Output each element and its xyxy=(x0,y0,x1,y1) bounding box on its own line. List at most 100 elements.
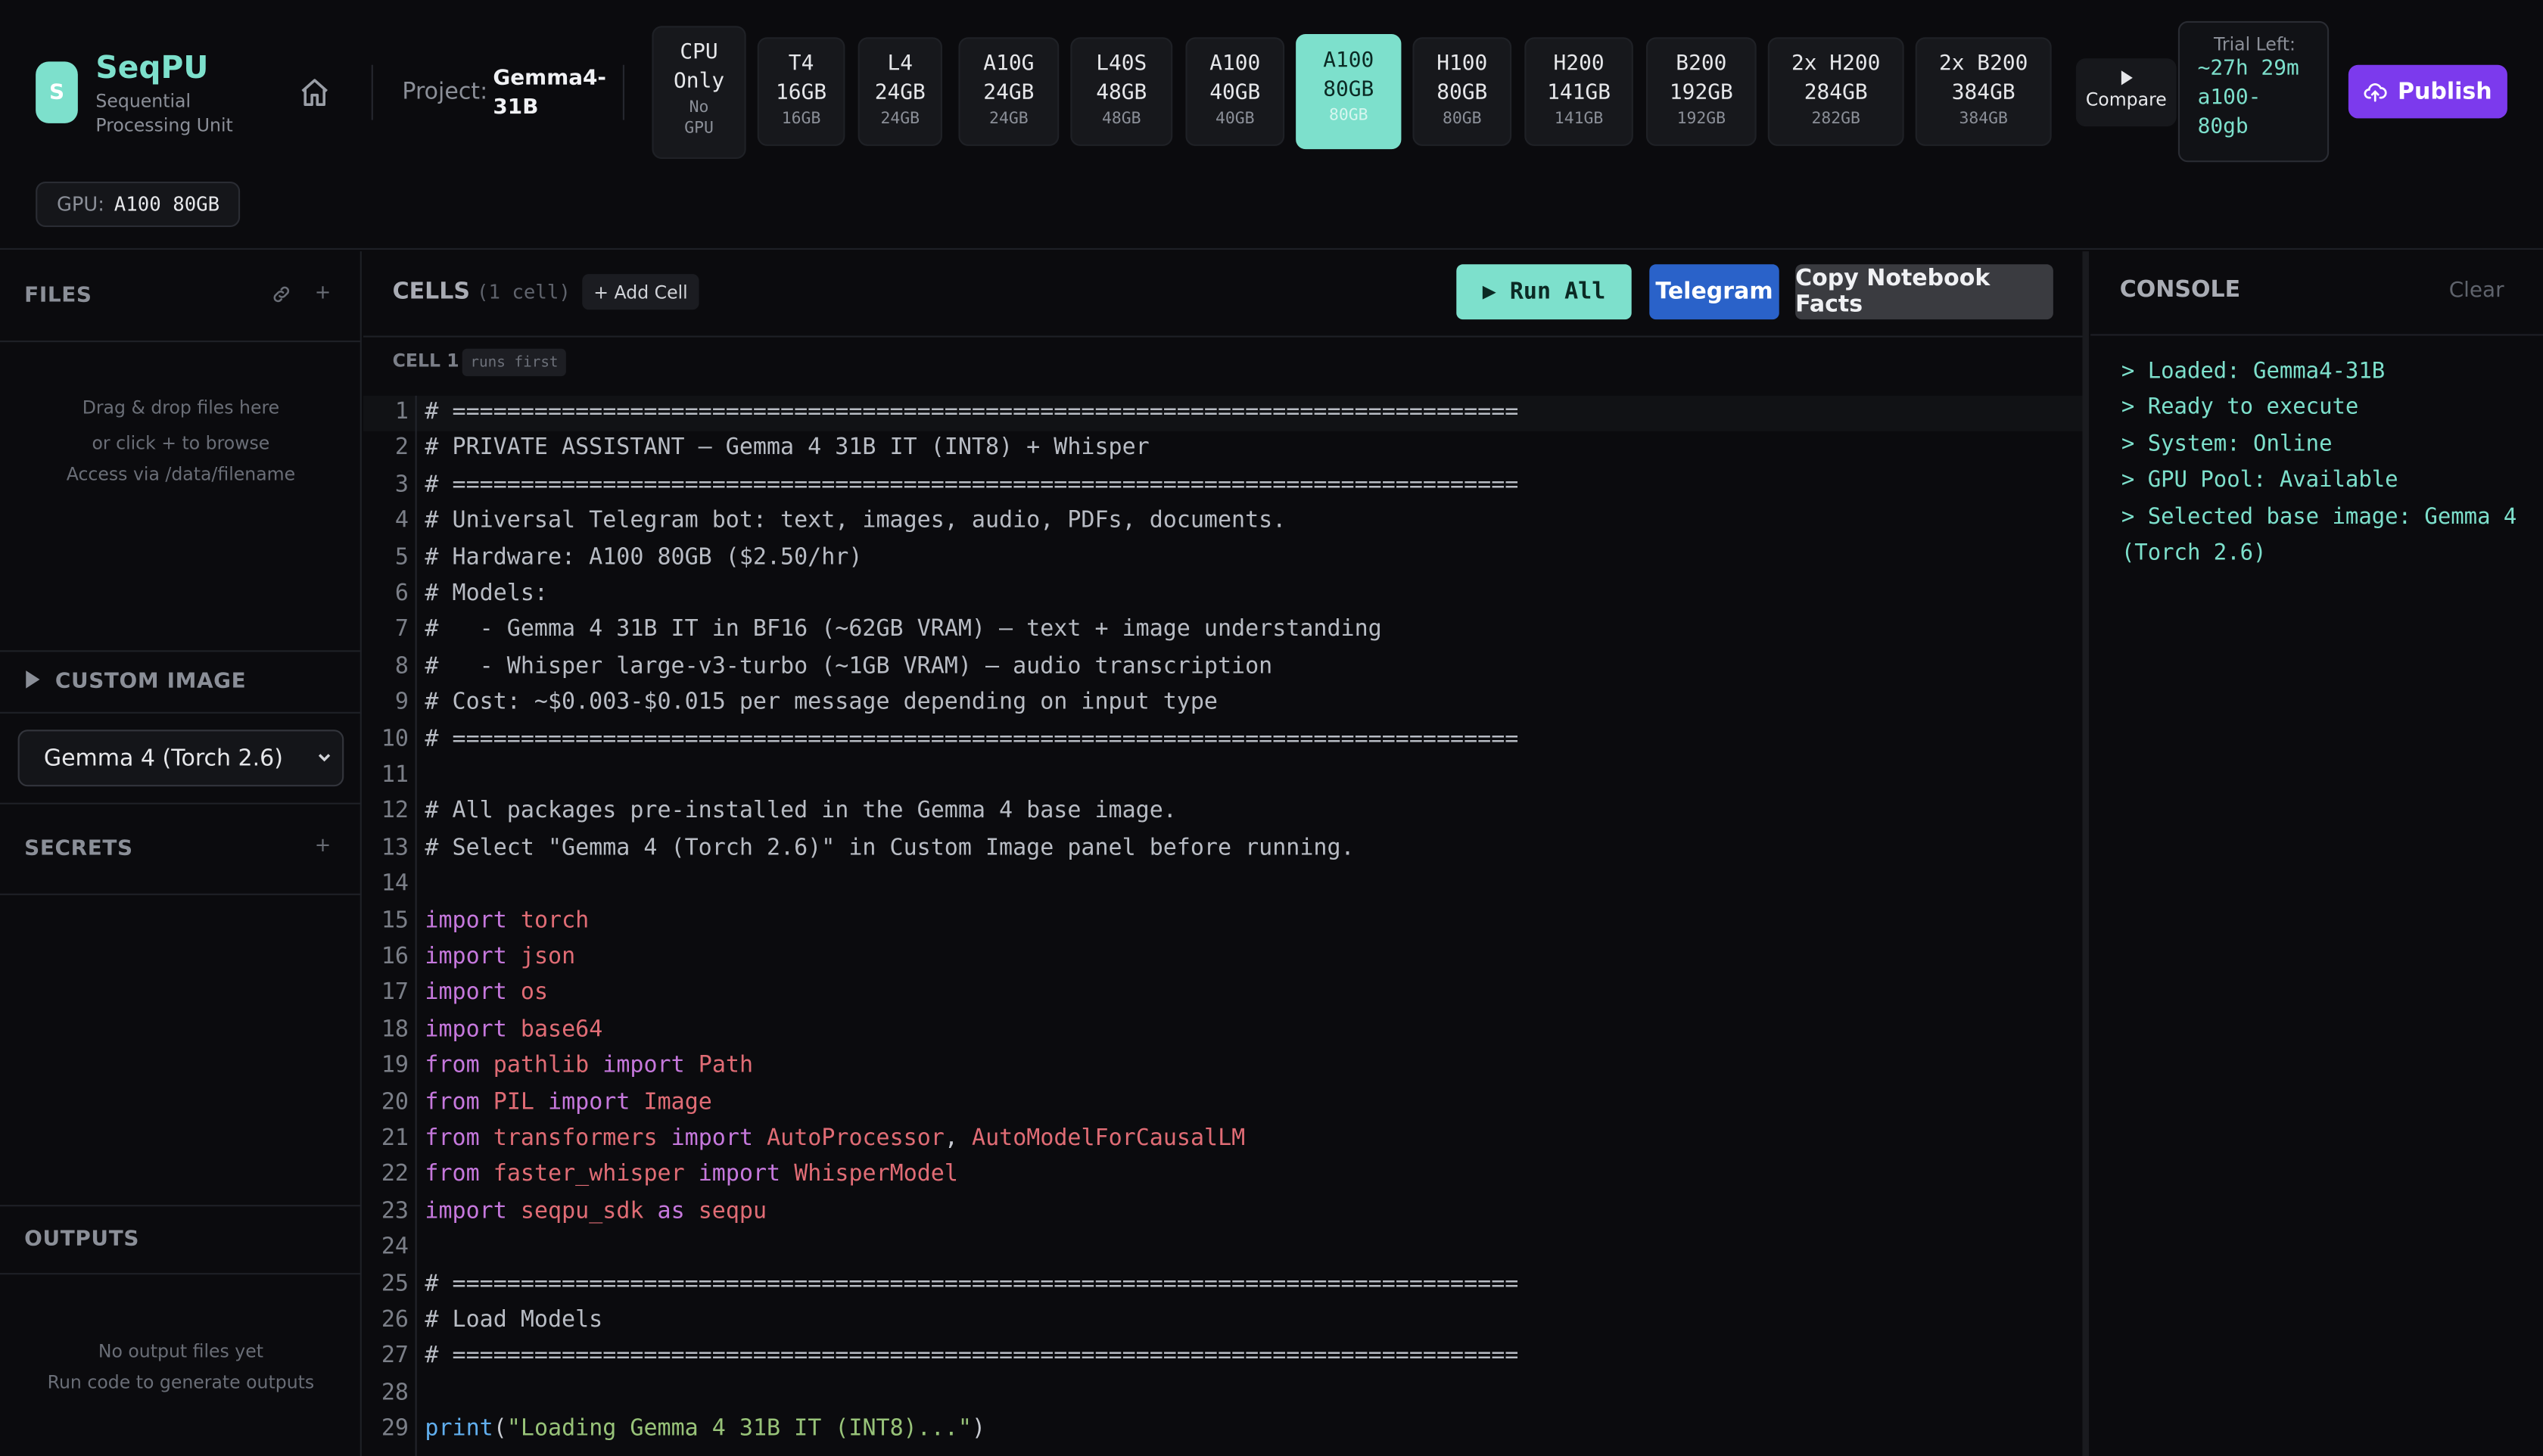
gpu-name: B200 xyxy=(1676,51,1727,76)
notebook-panel: CELLS (1 cell) + Add Cell ▶ Run All Tele… xyxy=(363,251,2084,1456)
gpu-option-a100-80gb[interactable]: A100 80GB 80GB xyxy=(1296,34,1402,150)
gpu-option-2x-b200-384gb[interactable]: 2x B200 384GB 384GB xyxy=(1915,37,2052,146)
gpu-option-a100-40gb[interactable]: A100 40GB 40GB xyxy=(1185,37,1285,146)
dropzone-title[interactable]: Drag & drop files here xyxy=(0,393,362,424)
publish-label: Publish xyxy=(2398,78,2492,105)
add-file-icon[interactable]: + xyxy=(315,281,331,303)
project-label: Project: xyxy=(402,79,488,106)
code-line: # Select "Gemma 4 (Torch 2.6)" in Custom… xyxy=(425,835,1355,861)
line-number: 5 xyxy=(394,544,409,571)
gpu-badge: GPU: A100 80GB xyxy=(36,182,241,227)
outputs-hint: Run code to generate outputs xyxy=(47,1371,315,1393)
add-secret-icon[interactable]: + xyxy=(315,833,331,856)
gpu-option-t4-16gb[interactable]: T4 16GB 16GB xyxy=(757,37,845,146)
console-line: > Selected base image: Gemma 4 (Torch 2.… xyxy=(2121,503,2517,566)
top-bar: S SeqPU Sequential Processing Unit Proje… xyxy=(0,0,2543,250)
left-sidebar: FILES + Drag & drop files here or click … xyxy=(0,251,362,1456)
cell-header xyxy=(363,335,2084,393)
outputs-empty: No output files yet xyxy=(98,1341,264,1362)
line-number: 17 xyxy=(381,980,409,1006)
brand-name: SeqPU xyxy=(95,50,209,86)
gpu-memory-sub: No GPU xyxy=(684,98,714,138)
gpu-memory-sub: 40GB xyxy=(1215,110,1255,129)
divider xyxy=(0,341,362,343)
line-gutter: 1 2 3 4 5 6 7 8 9 10 11 12 13 14 15 16 17 18 19 20 21 22 23 24 2… xyxy=(363,395,417,1456)
code-line: from faster_whisper import WhisperModel xyxy=(425,1162,958,1188)
line-number: 6 xyxy=(394,580,409,607)
add-cell-button[interactable]: + Add Cell xyxy=(582,274,699,310)
line-number: 14 xyxy=(381,871,409,898)
publish-button[interactable]: Publish xyxy=(2348,64,2507,119)
runs-first-badge: runs first xyxy=(462,348,567,377)
line-number: 27 xyxy=(381,1343,409,1370)
gpu-memory: 284GB xyxy=(1804,81,1868,106)
compare-button[interactable]: Compare xyxy=(2075,58,2177,127)
gpu-option-l40s-48gb[interactable]: L40S 48GB 48GB xyxy=(1070,37,1173,146)
gpu-memory: 40GB xyxy=(1209,81,1261,106)
gpu-memory-sub: 80GB xyxy=(1442,110,1482,129)
divider xyxy=(0,802,362,804)
trial-label: Trial Left: xyxy=(2214,34,2296,55)
custom-image-title[interactable]: CUSTOM IMAGE xyxy=(55,670,246,694)
gpu-option-h100-80gb[interactable]: H100 80GB 80GB xyxy=(1412,37,1512,146)
copy-notebook-facts-button[interactable]: Copy Notebook Facts xyxy=(1795,264,2053,320)
code-editor[interactable]: 1 2 3 4 5 6 7 8 9 10 11 12 13 14 15 16 17 18 19 20 21 22 23 24 2… xyxy=(363,395,2084,1456)
code-line: # - Gemma 4 31B IT in BF16 (~62GB VRAM) … xyxy=(425,617,1382,643)
code-line: import seqpu_sdk as seqpu xyxy=(425,1198,767,1224)
code-line: # Hardware: A100 80GB ($2.50/hr) xyxy=(425,544,863,571)
line-number: 4 xyxy=(394,508,409,534)
logo-icon: S xyxy=(36,61,78,123)
gpu-memory-sub: 48GB xyxy=(1101,110,1141,129)
line-number: 16 xyxy=(381,944,409,970)
compare-label: Compare xyxy=(2085,89,2167,110)
gpu-memory: 80GB xyxy=(1323,77,1374,102)
gpu-option-cpu-only[interactable]: CPU Only No GPU xyxy=(652,26,746,160)
line-number: 7 xyxy=(394,617,409,643)
line-number: 28 xyxy=(381,1380,409,1406)
console-line: > System: Online xyxy=(2121,431,2333,457)
gpu-memory-sub: 24GB xyxy=(880,110,920,129)
gpu-option-2x-h200-284gb[interactable]: 2x H200 284GB 282GB xyxy=(1767,37,1904,146)
gpu-memory-sub: 282GB xyxy=(1811,110,1860,129)
gpu-option-b200-192gb[interactable]: B200 192GB 192GB xyxy=(1646,37,1757,146)
gpu-name: A10G xyxy=(983,51,1035,76)
editor-scrollbar[interactable] xyxy=(2082,251,2089,1456)
code-line: import os xyxy=(425,980,549,1006)
gpu-option-l4-24gb[interactable]: L4 24GB 24GB xyxy=(858,37,942,146)
run-all-button[interactable]: ▶ Run All xyxy=(1456,264,1632,320)
line-number: 9 xyxy=(394,689,409,716)
gpu-option-h200-141gb[interactable]: H200 141GB 141GB xyxy=(1524,37,1633,146)
gpu-memory: 384GB xyxy=(1951,81,2015,106)
code-line: # ======================================… xyxy=(425,726,1519,752)
secrets-title: SECRETS xyxy=(24,836,133,861)
code-line: # PRIVATE ASSISTANT — Gemma 4 31B IT (IN… xyxy=(425,435,1150,462)
line-number: 25 xyxy=(381,1271,409,1297)
divider xyxy=(0,1205,362,1207)
code-line: import torch xyxy=(425,907,590,934)
telegram-button[interactable]: Telegram xyxy=(1649,264,1779,320)
trial-gpu-suffix: 80gb xyxy=(2197,115,2249,140)
line-number: 23 xyxy=(381,1198,409,1224)
console-clear-button[interactable]: Clear xyxy=(2449,279,2504,303)
line-number: 24 xyxy=(381,1234,409,1261)
code-line: from pathlib import Path xyxy=(425,1053,754,1079)
code-line: # ======================================… xyxy=(425,399,1519,425)
gpu-name: H200 xyxy=(1553,51,1605,76)
link-icon[interactable] xyxy=(271,284,292,305)
divider xyxy=(0,650,362,652)
code-line: # Load Models xyxy=(425,1307,603,1333)
line-number: 11 xyxy=(381,762,409,789)
divider xyxy=(0,711,362,714)
line-number: 13 xyxy=(381,835,409,861)
console-panel: CONSOLE Clear > Loaded: Gemma4-31B > Read… xyxy=(2090,251,2543,1456)
caret-right-icon[interactable] xyxy=(24,670,40,689)
gpu-option-a10g-24gb[interactable]: A10G 24GB 24GB xyxy=(958,37,1060,146)
home-icon[interactable] xyxy=(298,76,331,109)
line-number: 15 xyxy=(381,907,409,934)
console-line: > GPU Pool: Available xyxy=(2121,467,2398,493)
project-name[interactable]: Gemma4-31B xyxy=(493,65,606,123)
line-number: 8 xyxy=(394,653,409,680)
line-number: 19 xyxy=(381,1053,409,1079)
gpu-name: A100 xyxy=(1323,48,1374,73)
custom-image-select[interactable]: Gemma 4 (Torch 2.6) xyxy=(17,730,344,787)
